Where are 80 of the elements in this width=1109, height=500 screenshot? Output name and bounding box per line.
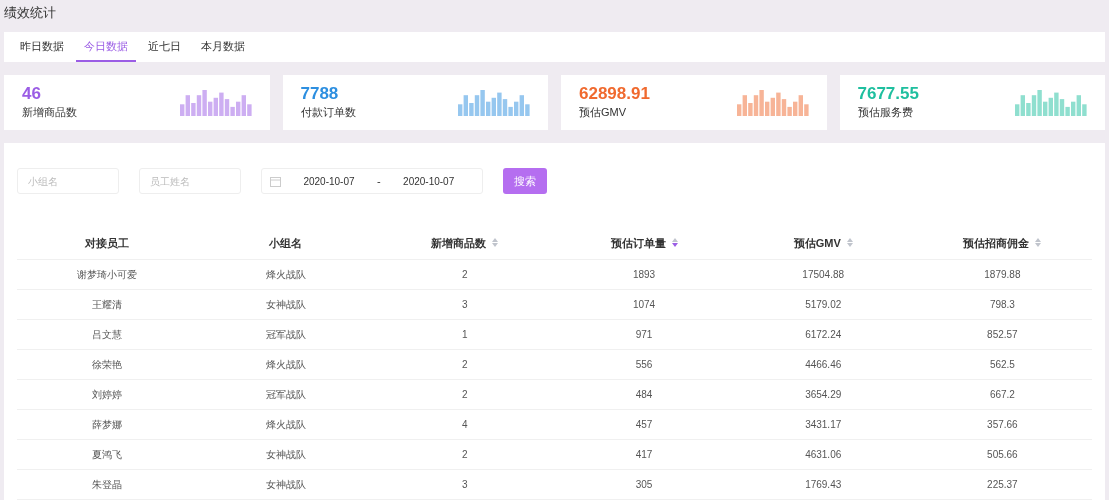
table-cell: 1893 [554, 259, 734, 289]
column-header[interactable]: 预估GMV [793, 234, 853, 251]
table-cell: 225.37 [912, 469, 1092, 499]
table-cell: 2 [375, 259, 555, 289]
table-cell: 417 [554, 439, 734, 469]
table-cell: 357.66 [912, 409, 1092, 439]
table-cell: 17504.88 [733, 259, 913, 289]
stat-label: 付款订单数 [300, 104, 356, 120]
stat-value: 7788 [300, 84, 340, 104]
table-cell: 798.3 [912, 289, 1092, 319]
table-cell: 971 [554, 319, 734, 349]
tab[interactable]: 今日数据 [76, 32, 136, 62]
table-cell: 3 [375, 469, 555, 499]
column-header: 对接员工 [84, 235, 129, 251]
table-cell: 2 [375, 349, 555, 379]
table-cell: 484 [554, 379, 734, 409]
table-cell: 556 [554, 349, 734, 379]
stat-value: 7677.55 [857, 84, 919, 104]
sort-icon[interactable] [1035, 238, 1042, 248]
table-cell: 2 [375, 439, 555, 469]
table-cell: 1769.43 [733, 469, 913, 499]
table-cell: 女神战队 [196, 469, 376, 499]
stat-label: 预估服务费 [857, 104, 914, 120]
table-cell: 457 [554, 409, 734, 439]
table-cell: 女神战队 [196, 439, 376, 469]
date-separator: - [377, 173, 381, 189]
sort-icon[interactable] [492, 238, 499, 248]
end-date: 2020-10-07 [402, 174, 456, 189]
group-name-field[interactable]: 小组名 [17, 168, 119, 194]
table-cell: 3654.29 [733, 379, 913, 409]
table-cell: 4466.46 [733, 349, 913, 379]
table-cell: 冠军战队 [196, 319, 376, 349]
stat-label: 新增商品数 [22, 104, 77, 120]
sort-icon[interactable] [671, 238, 678, 248]
table-cell: 王耀清 [17, 289, 197, 319]
table-cell: 烽火战队 [196, 349, 376, 379]
table-cell: 505.66 [912, 439, 1092, 469]
table-cell: 667.2 [912, 379, 1092, 409]
table-cell: 吕文慧 [17, 319, 197, 349]
tab[interactable]: 本月数据 [193, 32, 253, 62]
table-cell: 4 [375, 409, 555, 439]
table-cell: 朱登晶 [17, 469, 197, 499]
table-cell: 1 [375, 319, 555, 349]
bar-sparkline [1015, 89, 1087, 116]
table-cell: 烽火战队 [196, 409, 376, 439]
sort-icon[interactable] [846, 238, 853, 248]
tab[interactable]: 近七日 [140, 32, 189, 62]
table-cell: 3 [375, 289, 555, 319]
table-cell: 徐荣艳 [17, 349, 197, 379]
table-cell: 3431.17 [733, 409, 913, 439]
stat-value: 46 [22, 84, 42, 104]
column-header[interactable]: 预估招商佣金 [963, 234, 1042, 251]
table-cell: 1879.88 [912, 259, 1092, 289]
table-cell: 冠军战队 [196, 379, 376, 409]
start-date: 2020-10-07 [302, 174, 356, 189]
column-header[interactable]: 预估订单量 [610, 234, 678, 251]
table-cell: 6172.24 [733, 319, 913, 349]
date-range-field[interactable]: 2020-10-07 - 2020-10-07 [261, 168, 483, 194]
table-cell: 305 [554, 469, 734, 499]
table-cell: 谢梦琦小可爱 [17, 259, 197, 289]
table-cell: 刘婷婷 [17, 379, 197, 409]
column-header[interactable]: 新增商品数 [431, 234, 499, 251]
stat-value: 62898.91 [579, 84, 650, 104]
calendar-icon [270, 175, 281, 187]
column-header: 小组名 [269, 235, 303, 251]
tab[interactable]: 昨日数据 [12, 32, 72, 62]
table-cell: 5179.02 [733, 289, 913, 319]
table-cell: 4631.06 [733, 439, 913, 469]
page-title: 绩效统计 [3, 4, 57, 22]
table-cell: 烽火战队 [196, 259, 376, 289]
table-cell: 852.57 [912, 319, 1092, 349]
table-cell: 女神战队 [196, 289, 376, 319]
table-cell: 2 [375, 379, 555, 409]
employee-name-field[interactable]: 员工姓名 [139, 168, 241, 194]
table-cell: 夏鸿飞 [17, 439, 197, 469]
stat-label: 预估GMV [579, 104, 628, 120]
bar-sparkline [458, 89, 530, 116]
table-cell: 1074 [554, 289, 734, 319]
table-cell: 562.5 [912, 349, 1092, 379]
table-cell: 薛梦娜 [17, 409, 197, 439]
